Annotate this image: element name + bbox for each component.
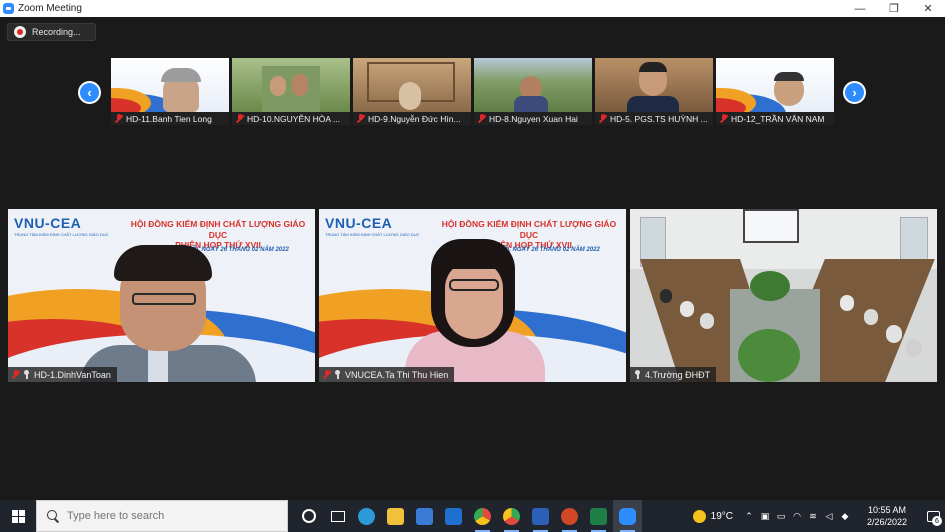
zoom-icon[interactable] — [613, 500, 642, 532]
participant-name: VNUCEA.Ta Thi Thu Hien — [345, 369, 449, 380]
widgets-icon[interactable] — [323, 500, 352, 532]
windows-taskbar: 19°C ⌃ ▣ ▭ ◠ ≋ ◁ ◆ 10:55 AM 2/26/2022 6 — [0, 500, 945, 532]
taskbar-clock[interactable]: 10:55 AM 2/26/2022 — [857, 504, 917, 528]
thumbnail-video — [353, 58, 471, 112]
participant-thumbnail[interactable]: HD-5. PGS.TS HUỲNH ... — [595, 58, 713, 125]
powerpoint-icon[interactable] — [555, 500, 584, 532]
vnu-cea-logo: VNU-CEA TRUNG TÂM KIỂM ĐỊNH CHẤT LƯỢNG G… — [325, 215, 420, 237]
restore-button[interactable]: ❐ — [877, 0, 911, 17]
pin-icon — [334, 370, 342, 379]
video-tile[interactable]: 4.Trường ĐHĐT — [630, 209, 937, 382]
weather-widget[interactable]: 19°C — [692, 509, 733, 523]
prev-page-button[interactable]: ‹ — [78, 81, 101, 104]
participant-thumbnail[interactable]: HD-12_TRẦN VĂN NAM — [716, 58, 834, 125]
recording-indicator[interactable]: Recording... — [7, 23, 96, 41]
video-tile[interactable]: VNU-CEA TRUNG TÂM KIỂM ĐỊNH CHẤT LƯỢNG G… — [319, 209, 626, 382]
clock-time: 10:55 AM — [867, 505, 907, 515]
excel-icon[interactable] — [584, 500, 613, 532]
store-icon[interactable] — [410, 500, 439, 532]
recording-label: Recording... — [32, 27, 81, 37]
participant-name: HD-5. PGS.TS HUỲNH ... — [610, 113, 708, 124]
participant-name: HD-11.Banh Tien Long — [126, 113, 212, 124]
thumbnail-video — [232, 58, 350, 112]
participant-name: HD-8.Nguyen Xuan Hai — [489, 113, 578, 124]
volume-icon[interactable]: ◁ — [821, 500, 837, 532]
file-explorer-icon[interactable] — [381, 500, 410, 532]
windows-logo-icon — [11, 509, 25, 523]
chevron-right-icon: › — [852, 85, 857, 100]
window-titlebar: Zoom Meeting — ❐ ✕ — [0, 0, 945, 17]
mic-muted-icon — [720, 114, 728, 123]
chrome-icon[interactable] — [468, 500, 497, 532]
video-tile[interactable]: VNU-CEA TRUNG TÂM KIỂM ĐỊNH CHẤT LƯỢNG G… — [8, 209, 315, 382]
word-icon[interactable] — [526, 500, 555, 532]
thumbnail-video — [111, 58, 229, 112]
participant-name: HD-12_TRẦN VĂN NAM — [731, 113, 825, 124]
edge-icon[interactable] — [352, 500, 381, 532]
participant-thumbnail[interactable]: HD-10.NGUYỄN HÒA ... — [232, 58, 350, 125]
close-button[interactable]: ✕ — [911, 0, 945, 17]
taskbar-search[interactable] — [36, 500, 288, 532]
pin-icon — [23, 370, 31, 379]
notification-count: 6 — [932, 516, 942, 526]
next-page-button[interactable]: › — [843, 81, 866, 104]
chevron-up-icon[interactable]: ⌃ — [741, 500, 757, 532]
pin-icon — [634, 370, 642, 379]
participant-name: HD-10.NGUYỄN HÒA ... — [247, 113, 341, 124]
minimize-button[interactable]: — — [843, 0, 877, 17]
clock-date: 2/26/2022 — [866, 517, 908, 527]
vnu-cea-logo: VNU-CEA TRUNG TÂM KIỂM ĐỊNH CHẤT LƯỢNG G… — [14, 215, 109, 237]
task-view-icon[interactable] — [294, 500, 323, 532]
sun-icon — [692, 509, 706, 523]
mic-muted-icon — [478, 114, 486, 123]
participant-name: HD-9.Nguyễn Đức Hìn... — [368, 113, 461, 124]
record-icon — [14, 26, 26, 38]
chevron-left-icon: ‹ — [87, 85, 92, 100]
taskbar-apps — [294, 500, 642, 532]
network-icon[interactable]: ◠ — [789, 500, 805, 532]
zoom-tray-icon[interactable]: ▣ — [757, 500, 773, 532]
mail-icon[interactable] — [439, 500, 468, 532]
mic-muted-icon — [115, 114, 123, 123]
system-tray: 19°C ⌃ ▣ ▭ ◠ ≋ ◁ ◆ 10:55 AM 2/26/2022 6 — [692, 500, 945, 532]
thumbnail-video — [474, 58, 592, 112]
participant-name: 4.Trường ĐHĐT — [645, 369, 711, 380]
participant-thumbnail[interactable]: HD-11.Banh Tien Long — [111, 58, 229, 125]
notification-center-button[interactable]: 6 — [921, 500, 945, 532]
chrome-icon-2[interactable] — [497, 500, 526, 532]
thumbnail-video — [716, 58, 834, 112]
participant-thumbnail[interactable]: HD-8.Nguyen Xuan Hai — [474, 58, 592, 125]
mic-muted-icon — [357, 114, 365, 123]
dropbox-icon[interactable]: ◆ — [837, 500, 853, 532]
wifi-icon[interactable]: ≋ — [805, 500, 821, 532]
mic-muted-icon — [12, 370, 20, 379]
meeting-area: Recording... ‹ › HD-11.Banh Tien Long HD… — [0, 17, 945, 500]
mic-muted-icon — [236, 114, 244, 123]
window-title: Zoom Meeting — [18, 3, 82, 14]
mic-muted-icon — [323, 370, 331, 379]
mic-muted-icon — [599, 114, 607, 123]
zoom-app-icon — [3, 3, 14, 14]
participant-name: HD-1.DinhVanToan — [34, 369, 111, 380]
participant-thumbnail[interactable]: HD-9.Nguyễn Đức Hìn... — [353, 58, 471, 125]
search-input[interactable] — [67, 510, 267, 522]
thumbnail-video — [595, 58, 713, 112]
search-icon — [47, 510, 59, 522]
start-button[interactable] — [0, 500, 36, 532]
battery-icon[interactable]: ▭ — [773, 500, 789, 532]
weather-temperature: 19°C — [710, 510, 733, 522]
